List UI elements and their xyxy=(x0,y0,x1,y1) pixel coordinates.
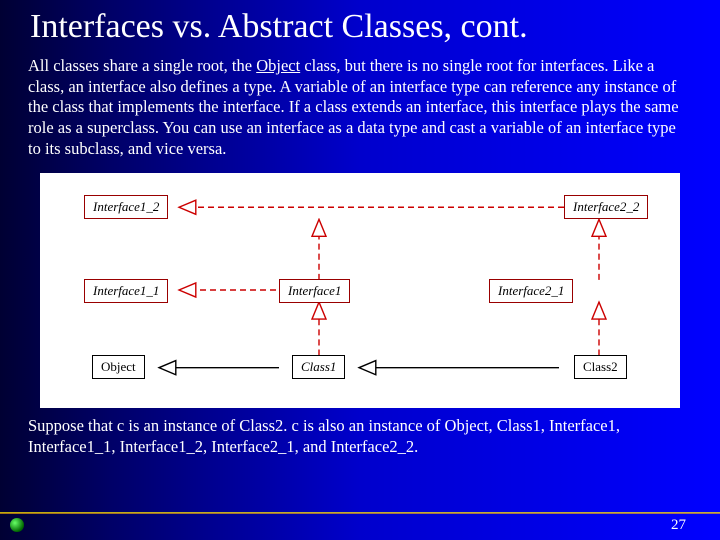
node-interface1: Interface1 xyxy=(279,279,350,303)
node-class1: Class1 xyxy=(292,355,345,379)
node-interface2-2: Interface2_2 xyxy=(564,195,648,219)
paragraph-1: All classes share a single root, the Obj… xyxy=(0,56,720,169)
footer-separator xyxy=(0,512,720,514)
slide-title: Interfaces vs. Abstract Classes, cont. xyxy=(0,0,720,56)
uml-diagram: Interface1_2 Interface2_2 Interface1_1 I… xyxy=(40,173,680,408)
node-interface1-1: Interface1_1 xyxy=(84,279,168,303)
node-interface1-2: Interface1_2 xyxy=(84,195,168,219)
footer-bullet-icon xyxy=(10,518,24,532)
node-object: Object xyxy=(92,355,145,379)
page-number: 27 xyxy=(671,517,686,534)
para1-object: Object xyxy=(256,56,300,75)
node-class2: Class2 xyxy=(574,355,627,379)
node-interface2-1: Interface2_1 xyxy=(489,279,573,303)
paragraph-2: Suppose that c is an instance of Class2.… xyxy=(0,416,720,467)
para1-a: All classes share a single root, the xyxy=(28,56,256,75)
